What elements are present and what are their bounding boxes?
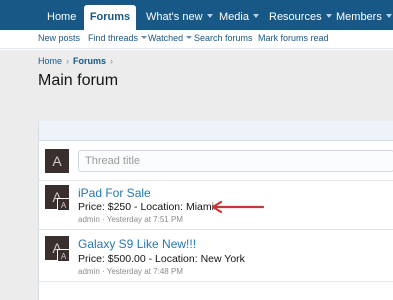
thread-description: Price: $250 - Location: Miami [78, 201, 214, 213]
nav-tab-resources[interactable]: Resources [269, 0, 332, 30]
avatar-small[interactable]: A [57, 198, 70, 211]
nav-tab-media[interactable]: Media [219, 0, 259, 30]
row-divider [39, 229, 393, 230]
chevron-down-icon [252, 14, 259, 19]
avatar-small[interactable]: A [57, 249, 70, 262]
nav-tab-home-label: Home [47, 11, 77, 23]
subnav-new-posts[interactable]: New posts [38, 33, 80, 43]
thread-title-input[interactable] [79, 151, 393, 171]
subnav-watched-label: Watched [148, 33, 184, 43]
nav-tab-resources-label: Resources [269, 11, 322, 23]
thread-meta: admin · Yesterday at 7:51 PM [78, 215, 183, 224]
breadcrumb-separator: › [66, 56, 70, 66]
nav-tab-media-label: Media [219, 11, 249, 23]
nav-tab-whats-new-label: What's new [146, 11, 203, 23]
nav-tab-whats-new[interactable]: What's new [146, 0, 213, 30]
arrow-left-icon [211, 200, 265, 214]
top-navigation: Home Forums What's new Media Resources M… [0, 0, 393, 30]
subnav-search-forums[interactable]: Search forums [194, 33, 253, 43]
subnav-watched[interactable]: Watched [148, 33, 193, 43]
nav-tab-home[interactable]: Home [47, 0, 76, 30]
breadcrumb: Home › Forums › [38, 56, 117, 66]
breadcrumb-forums[interactable]: Forums [73, 56, 106, 66]
thread-meta: admin · Yesterday at 7:48 PM [78, 267, 183, 276]
chevron-down-icon [385, 14, 392, 19]
chevron-down-icon [325, 14, 332, 19]
nav-tab-forums-label: Forums [89, 11, 131, 23]
subnav-mark-forums-read[interactable]: Mark forums read [258, 33, 329, 43]
row-divider [39, 180, 393, 181]
subnav-find-threads-label: Find threads [88, 33, 139, 43]
chevron-down-icon [186, 36, 193, 40]
nav-tab-members[interactable]: Members [336, 0, 392, 30]
subnav-find-threads[interactable]: Find threads [88, 33, 148, 43]
nav-tab-members-label: Members [336, 11, 382, 23]
thread-title-link[interactable]: Galaxy S9 Like New!!! [78, 237, 196, 251]
thread-description: Price: $500.00 - Location: New York [78, 253, 245, 265]
thread-title-field[interactable] [78, 150, 393, 172]
page-title: Main forum [38, 72, 119, 89]
sub-navigation: New posts Find threads Watched Search fo… [0, 30, 393, 49]
row-divider [39, 281, 393, 282]
chevron-down-icon [141, 36, 148, 40]
thread-title-link[interactable]: iPad For Sale [78, 186, 151, 200]
avatar: A [45, 149, 69, 173]
thread-list-header [39, 121, 393, 141]
chevron-down-icon [206, 14, 213, 19]
breadcrumb-home[interactable]: Home [38, 56, 62, 66]
nav-tab-forums[interactable]: Forums [84, 5, 136, 30]
breadcrumb-separator: › [110, 56, 114, 66]
